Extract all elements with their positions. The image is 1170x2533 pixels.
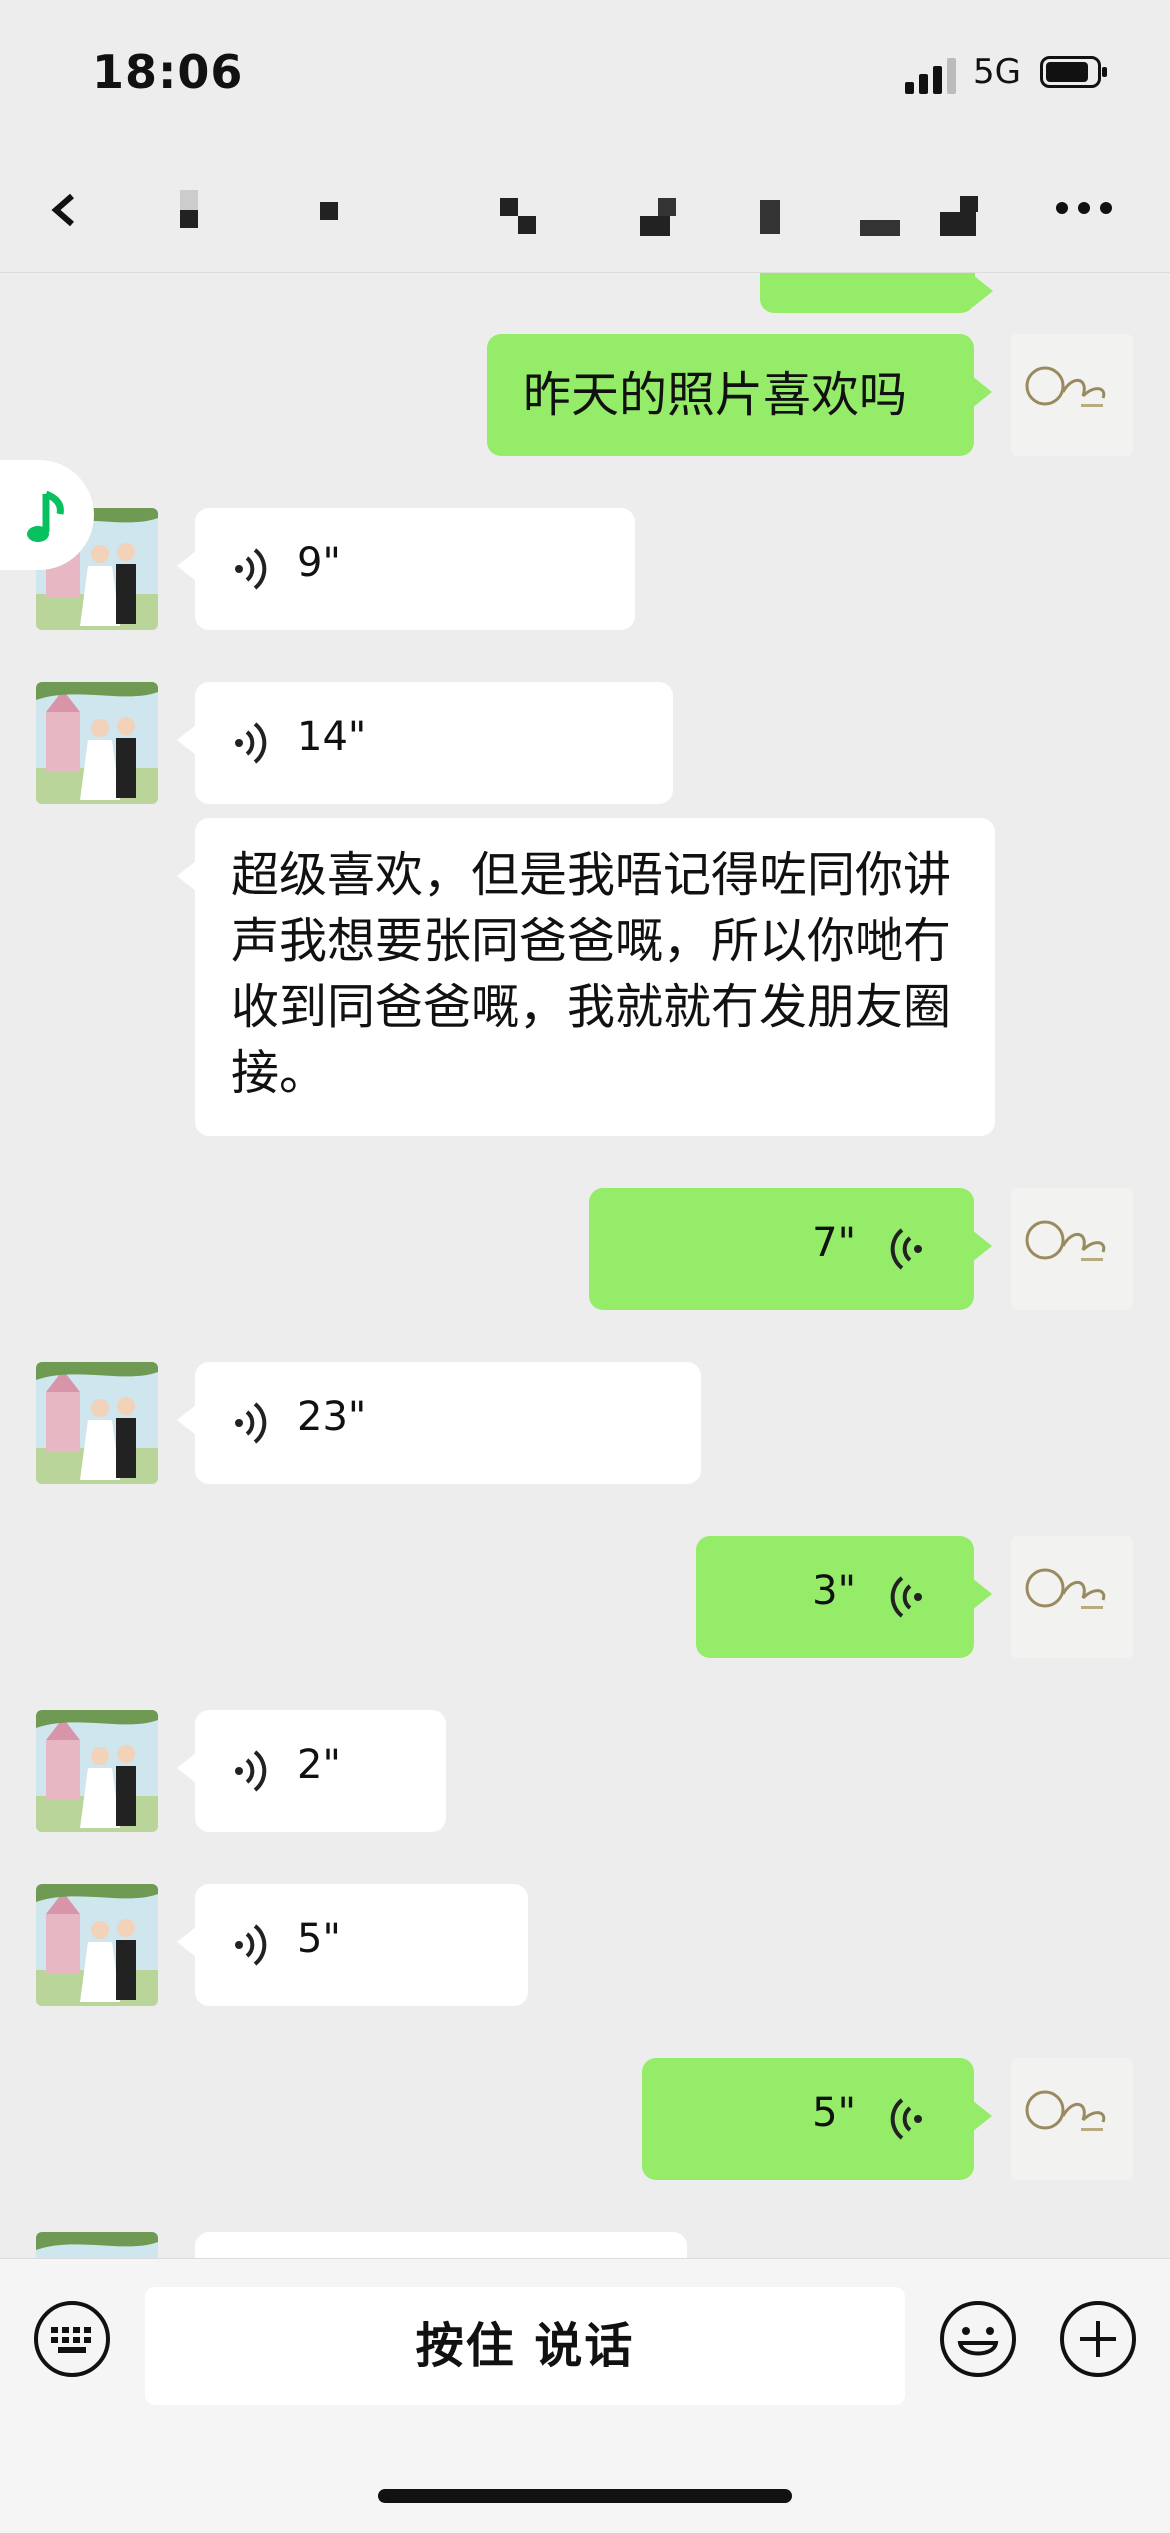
message-bubble-outgoing[interactable]: 3" (696, 1536, 992, 1658)
message-bubble-outgoing[interactable]: 7" (589, 1188, 992, 1310)
dream-logo-avatar-icon (1011, 2058, 1133, 2180)
voice-wave-icon (235, 1750, 267, 1792)
voice-wave-icon (235, 1402, 267, 1444)
keyboard-icon[interactable] (32, 2299, 112, 2379)
partial-message-bubble (195, 2232, 687, 2258)
home-indicator[interactable] (378, 2489, 792, 2503)
music-note-icon (27, 490, 64, 542)
voice-wave-icon (235, 1924, 267, 1966)
voice-duration: 5" (812, 2090, 856, 2136)
voice-wave-icon (890, 1576, 922, 1618)
plus-icon[interactable] (1058, 2299, 1138, 2379)
emoji-icon[interactable] (938, 2299, 1018, 2379)
voice-duration: 5" (297, 1916, 341, 1962)
contact-avatar[interactable] (36, 1710, 158, 1832)
network-type: 5G (973, 52, 1021, 92)
transcript-text: 超级喜欢，但是我唔记得咗同你讲声我想要张同爸爸嘅，所以你哋冇收到同爸爸嘅，我就就… (231, 847, 952, 1101)
voice-duration: 9" (297, 540, 341, 586)
chat-navbar (0, 150, 1170, 273)
contact-avatar[interactable] (36, 682, 158, 804)
voice-duration: 3" (812, 1568, 856, 1614)
voice-duration: 2" (297, 1742, 341, 1788)
wedding-couple-avatar-icon (36, 2232, 158, 2258)
my-avatar[interactable] (1011, 1188, 1133, 1310)
message-bubble-outgoing[interactable]: 5" (642, 2058, 992, 2180)
voice-duration: 14" (297, 714, 367, 760)
message-bubble-incoming[interactable]: 5" (177, 1884, 528, 2006)
wedding-couple-avatar-icon (36, 1884, 158, 2006)
message-bubble-incoming[interactable]: 9" (177, 508, 635, 630)
floating-music-button[interactable] (0, 460, 94, 570)
chat-input-bar: 按住 说话 (0, 2258, 1170, 2533)
wedding-couple-avatar-icon (36, 682, 158, 804)
battery-icon (1040, 56, 1107, 88)
dream-logo-avatar-icon (1011, 1188, 1133, 1310)
wedding-couple-avatar-icon (36, 1362, 158, 1484)
dream-logo-avatar-icon (1011, 334, 1133, 456)
signal-icon (905, 58, 956, 94)
partial-message-bubble (760, 273, 993, 313)
chat-message-list[interactable]: 昨天的照片喜欢吗 9" 14" 超级喜欢，但是我唔记得咗同你讲声我想要张同爸爸嘅… (0, 273, 1170, 2258)
message-bubble-incoming[interactable]: 23" (177, 1362, 701, 1484)
wedding-couple-avatar-icon (36, 1710, 158, 1832)
message-bubble-outgoing[interactable]: 昨天的照片喜欢吗 (487, 334, 992, 456)
voice-wave-icon (235, 548, 267, 590)
obscured-chat-title (180, 190, 978, 236)
voice-wave-icon (235, 722, 267, 764)
contact-avatar[interactable] (36, 2232, 158, 2258)
my-avatar[interactable] (1011, 1536, 1133, 1658)
voice-wave-icon (890, 1228, 922, 1270)
more-options-icon[interactable] (1052, 190, 1116, 226)
voice-transcript-bubble[interactable]: 超级喜欢，但是我唔记得咗同你讲声我想要张同爸爸嘅，所以你哋冇收到同爸爸嘅，我就就… (177, 818, 995, 1136)
status-bar: 18:06 5G (0, 0, 1170, 150)
message-bubble-incoming[interactable]: 2" (177, 1710, 446, 1832)
voice-wave-icon (890, 2098, 922, 2140)
message-text: 昨天的照片喜欢吗 (523, 367, 908, 423)
hold-to-talk-button[interactable]: 按住 说话 (145, 2287, 905, 2405)
contact-avatar[interactable] (36, 1884, 158, 2006)
status-time: 18:06 (92, 45, 244, 99)
message-bubble-incoming[interactable]: 14" (177, 682, 673, 804)
contact-avatar[interactable] (36, 1362, 158, 1484)
dream-logo-avatar-icon (1011, 1536, 1133, 1658)
voice-duration: 23" (297, 1394, 367, 1440)
voice-duration: 7" (812, 1220, 856, 1266)
my-avatar[interactable] (1011, 2058, 1133, 2180)
my-avatar[interactable] (1011, 334, 1133, 456)
back-arrow-icon[interactable] (46, 190, 86, 230)
